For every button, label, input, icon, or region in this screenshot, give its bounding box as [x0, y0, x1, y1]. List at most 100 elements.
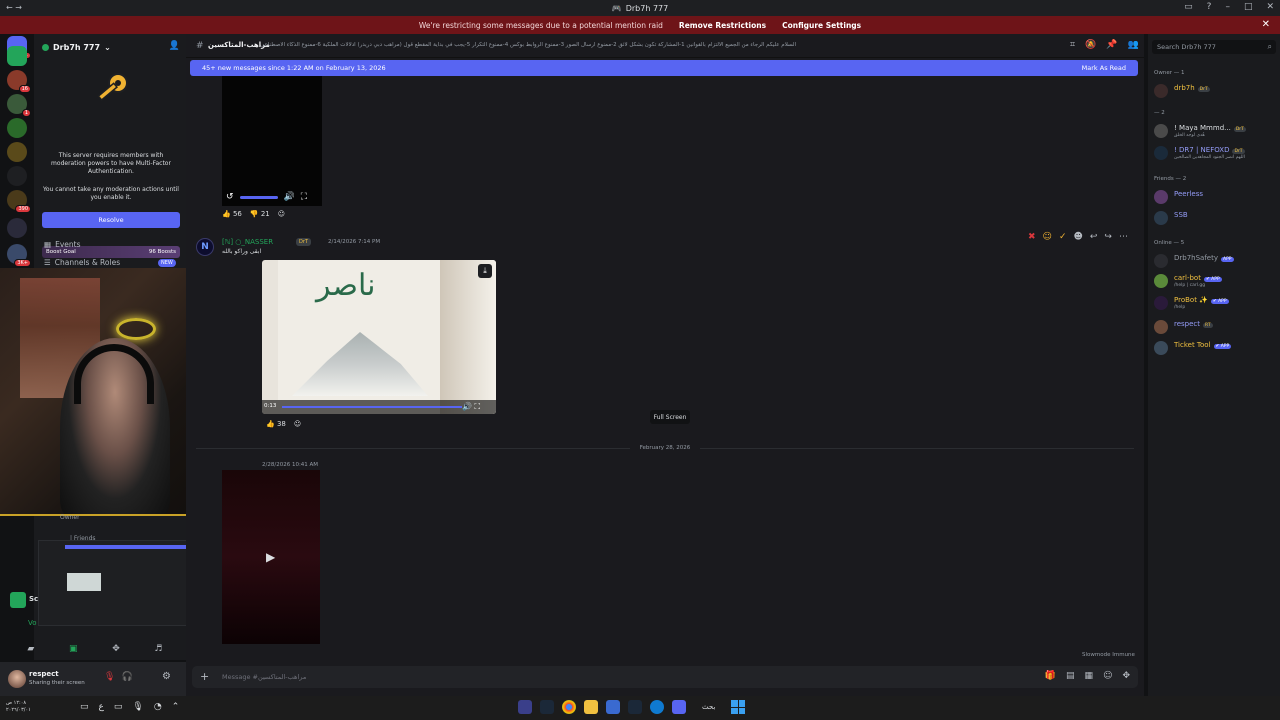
- server-icon[interactable]: [7, 46, 27, 66]
- delete-icon[interactable]: ✖: [1028, 232, 1036, 242]
- more-icon[interactable]: ⋯: [1119, 232, 1128, 242]
- download-icon[interactable]: ⤓: [478, 264, 492, 278]
- steam-icon[interactable]: [540, 700, 554, 714]
- video-progress[interactable]: [282, 406, 462, 408]
- thumbs-down-reaction[interactable]: 👎 21: [250, 210, 270, 218]
- member-row[interactable]: ! DR7 | NEFOXD DrT اللهم انصر الجنود المج…: [1154, 144, 1280, 162]
- member-row[interactable]: SSB: [1154, 209, 1280, 227]
- member-row[interactable]: respect RT: [1154, 318, 1280, 336]
- volume-icon[interactable]: 🔊: [284, 192, 295, 202]
- server-icon[interactable]: 390: [7, 190, 31, 213]
- chrome-icon[interactable]: [562, 700, 576, 714]
- member-row[interactable]: Ticket Tool ✔ APP: [1154, 339, 1280, 357]
- taskbar-search[interactable]: بحث: [702, 703, 715, 711]
- member-row[interactable]: carl-bot ✔ APP /help | carl.gg: [1154, 272, 1280, 290]
- member-row[interactable]: ! Maya Mmmd... DrT هُدى لوجه الخلق: [1154, 122, 1280, 140]
- start-icon[interactable]: [731, 700, 746, 714]
- thumbs-up-reaction[interactable]: 👍 38: [266, 420, 286, 428]
- resolve-button[interactable]: Resolve: [42, 212, 180, 228]
- gift-icon[interactable]: 🎁: [1045, 671, 1056, 681]
- remove-restrictions-link[interactable]: Remove Restrictions: [679, 21, 766, 30]
- discord-icon[interactable]: [672, 700, 686, 714]
- check-icon[interactable]: ✓: [1059, 232, 1067, 242]
- wifi-icon[interactable]: ◔: [154, 702, 162, 712]
- back-arrow-icon[interactable]: ← →: [6, 3, 22, 12]
- soundboard-icon[interactable]: ♬: [155, 644, 163, 654]
- message-composer[interactable]: + Message #مراهب-المتاكسين 🎁 ▤ ▦ ☺ ✥: [192, 666, 1138, 688]
- video-attachment[interactable]: ناصر ⤓ 0:13 🔊 ⛶: [262, 260, 496, 414]
- gear-icon[interactable]: ⚙: [162, 671, 171, 682]
- threads-icon[interactable]: ⌗: [1070, 40, 1075, 50]
- author-name[interactable]: [ℕ] ○_NASSER: [222, 238, 273, 246]
- message-input[interactable]: Message #مراهب-المتاكسين: [222, 673, 306, 681]
- thumbs-up-reaction[interactable]: 👍 56: [222, 210, 242, 218]
- edge-icon[interactable]: [650, 700, 664, 714]
- emoji-icon[interactable]: ☺: [1103, 671, 1112, 681]
- play-icon[interactable]: ▶: [266, 550, 275, 564]
- folder-icon[interactable]: [584, 700, 598, 714]
- avatar[interactable]: [8, 670, 26, 688]
- volume-slider[interactable]: [239, 195, 278, 199]
- banner-close-icon[interactable]: ✕: [1262, 19, 1270, 30]
- channel-topic[interactable]: السلام عليكم الرجاء من الجميع الالتزام ب…: [260, 42, 796, 48]
- video-attachment[interactable]: ▶: [222, 470, 320, 644]
- server-header[interactable]: Drb7h 777 ⌄ 👤: [34, 34, 186, 60]
- gif-icon[interactable]: ▤: [1066, 671, 1075, 681]
- deafen-icon[interactable]: 🎧: [121, 672, 132, 682]
- server-icon[interactable]: [7, 142, 27, 162]
- video-attachment[interactable]: ↺ 🔊 ⛶: [222, 76, 322, 206]
- react-icon[interactable]: ☺: [1043, 232, 1052, 242]
- add-reaction-icon[interactable]: ☻: [1073, 232, 1082, 242]
- mark-as-read-button[interactable]: Mark As Read: [1082, 64, 1126, 72]
- server-icon[interactable]: 3K+: [7, 244, 31, 267]
- channels-roles-item[interactable]: ☰ Channels & Roles NEW: [44, 258, 184, 267]
- chevron-up-icon[interactable]: ⌃: [172, 702, 180, 712]
- screen-share-button[interactable]: ▣: [69, 644, 78, 654]
- fullscreen-icon[interactable]: ⛶: [301, 192, 307, 202]
- member-row[interactable]: Peerless: [1154, 188, 1280, 206]
- replay-icon[interactable]: ↺: [226, 192, 234, 202]
- server-icon[interactable]: [7, 218, 27, 238]
- server-icon[interactable]: [7, 166, 27, 186]
- mic-icon[interactable]: 🎙: [132, 702, 143, 712]
- server-icon[interactable]: 1: [7, 94, 31, 117]
- close-window-button[interactable]: ✕: [1266, 2, 1274, 12]
- help-icon[interactable]: ?: [1207, 2, 1212, 12]
- member-row[interactable]: Drb7hSafety APP: [1154, 252, 1280, 270]
- member-row[interactable]: ProBot ✨ ✔ APP /help: [1154, 294, 1280, 312]
- add-reaction-icon[interactable]: ☺: [278, 210, 285, 218]
- steam-icon[interactable]: [628, 700, 642, 714]
- notifications-icon[interactable]: ▭: [80, 702, 89, 712]
- server-icon[interactable]: [7, 118, 27, 138]
- member-row[interactable]: drb7h DrT: [1154, 82, 1280, 100]
- store-icon[interactable]: [606, 700, 620, 714]
- new-messages-bar[interactable]: 45+ new messages since 1:22 AM on Februa…: [190, 60, 1138, 76]
- language-indicator[interactable]: ع: [99, 702, 104, 712]
- configure-settings-link[interactable]: Configure Settings: [782, 21, 861, 30]
- apps-icon[interactable]: ✥: [1122, 671, 1130, 681]
- battery-icon[interactable]: ▭: [114, 702, 123, 712]
- forward-icon[interactable]: ↪: [1104, 232, 1112, 242]
- inbox-icon[interactable]: ▭: [1184, 2, 1193, 12]
- avatar[interactable]: N: [196, 238, 214, 256]
- clock[interactable]: ١٢:٠٨ ص ٢٠٢٦/٠٣/٠١: [6, 700, 31, 714]
- reply-icon[interactable]: ↩: [1090, 232, 1098, 242]
- camera-icon[interactable]: ▰: [27, 644, 34, 654]
- invite-icon[interactable]: 👤: [169, 41, 180, 51]
- events-item[interactable]: ▦ Events: [44, 240, 81, 249]
- pin-icon[interactable]: 📌: [1106, 40, 1117, 50]
- add-attachment-icon[interactable]: +: [200, 670, 209, 683]
- volume-icon[interactable]: 🔊 ⛶: [462, 402, 480, 412]
- minimize-button[interactable]: –: [1225, 2, 1230, 12]
- search-input[interactable]: Search Drb7h 777 ⌕: [1152, 40, 1276, 54]
- add-reaction-icon[interactable]: ☺: [294, 420, 301, 428]
- maximize-button[interactable]: □: [1244, 2, 1253, 12]
- sticker-icon[interactable]: ▦: [1085, 671, 1094, 681]
- activities-icon[interactable]: ✥: [112, 644, 120, 654]
- screen-share-icon[interactable]: [10, 592, 26, 608]
- members-icon[interactable]: 👥: [1128, 40, 1139, 50]
- mute-icon[interactable]: 🎙: [104, 672, 115, 682]
- app-icon[interactable]: [518, 700, 532, 714]
- server-icon[interactable]: 16: [7, 70, 31, 93]
- notification-icon[interactable]: 🔕: [1085, 40, 1096, 50]
